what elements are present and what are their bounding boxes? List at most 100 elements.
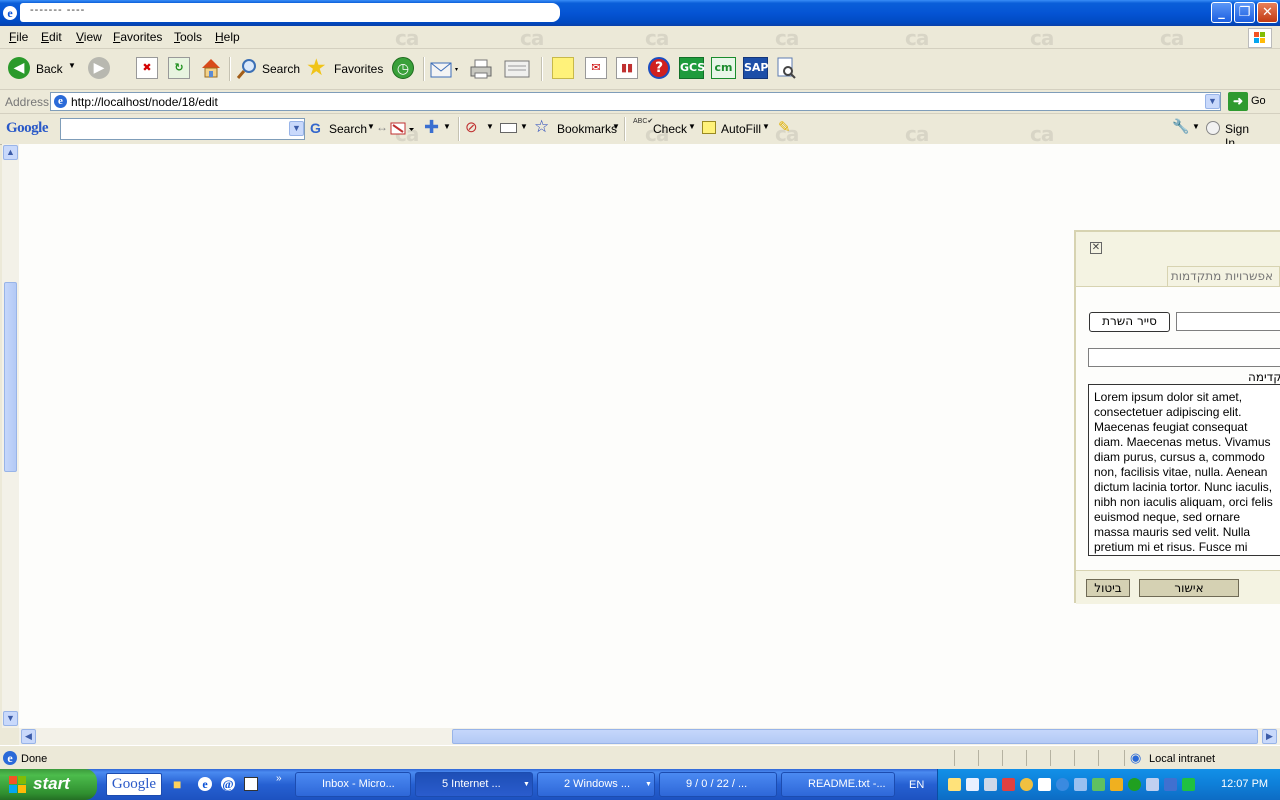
windows-logo-icon [9, 776, 26, 793]
tray-monitor-icon[interactable] [1146, 778, 1159, 791]
tab-advanced-options[interactable]: אפשרויות מתקדמות [1167, 266, 1280, 286]
refresh-button[interactable]: ↻ [168, 57, 190, 79]
title-bar[interactable]: e ------- ---- _ ❐ ✕ [0, 0, 1280, 26]
outlook-quicklaunch-icon[interactable]: @ [221, 777, 235, 791]
address-input[interactable]: e http://localhost/node/18/edit ▼ [50, 92, 1221, 111]
chart-people-icon[interactable]: ▮▮ [616, 57, 638, 79]
minimize-button[interactable]: _ [1211, 2, 1232, 23]
tray-mail-icon[interactable] [948, 778, 961, 791]
go-button[interactable]: Go [1251, 95, 1266, 107]
cancel-button[interactable]: ביטול [1086, 579, 1130, 597]
arrows-icon[interactable]: ↔ [376, 120, 388, 134]
menu-edit[interactable]: Edit [41, 30, 62, 44]
gcs-button[interactable]: GCS [679, 57, 705, 79]
status-bar: e Done ◉ Local intranet [0, 745, 1280, 770]
menu-view[interactable]: View [76, 30, 102, 44]
menu-tools[interactable]: Tools [174, 30, 202, 44]
secondary-input[interactable] [1088, 348, 1280, 367]
scroll-up-arrow-icon[interactable]: ▲ [3, 145, 18, 160]
vertical-scroll-thumb[interactable] [4, 282, 17, 472]
cm-button[interactable]: cm [711, 57, 736, 79]
scroll-left-arrow-icon[interactable]: ◀ [21, 729, 36, 744]
task-readme[interactable]: README.txt -... [781, 772, 895, 797]
folder-icon[interactable]: ■ [173, 776, 181, 792]
standard-toolbar: ◀ Back ▼ ▶ ✖ ↻ Search ★ Favorites ◷ ✉ ▮▮… [0, 49, 1280, 90]
tray-smile-icon[interactable] [1020, 778, 1033, 791]
horizontal-scroll-thumb[interactable] [452, 729, 1258, 744]
preview-text: Lorem ipsum dolor sit amet, consectetuer… [1094, 390, 1273, 554]
go-arrow-icon[interactable]: ➜ [1228, 92, 1248, 111]
status-page-icon: e [3, 751, 17, 765]
research-button[interactable] [775, 56, 797, 80]
chevron-down-icon: ▼ [520, 122, 528, 131]
tray-sync-icon[interactable] [1056, 778, 1069, 791]
mail-button[interactable] [430, 58, 460, 80]
google-deskbar[interactable]: Google [106, 773, 162, 796]
tray-security-icon[interactable] [1002, 778, 1015, 791]
tray-network-icon[interactable] [984, 778, 997, 791]
task-inbox[interactable]: Inbox - Micro... [295, 772, 411, 797]
status-text: Done [21, 753, 48, 765]
popup-blocker-button[interactable] [390, 121, 416, 137]
print-button[interactable] [469, 57, 493, 81]
task-app[interactable]: 9 / 0 / 22 / ... [659, 772, 777, 797]
tray-cloud-icon[interactable] [1038, 778, 1051, 791]
home-button[interactable] [199, 56, 223, 80]
chevron-down-icon: ▼ [486, 122, 494, 131]
sticky-note-button[interactable] [552, 57, 574, 79]
tray-grid-icon[interactable] [1110, 778, 1123, 791]
tray-status-icon[interactable] [1128, 778, 1141, 791]
address-dropdown-arrow-icon[interactable]: ▼ [1205, 94, 1220, 109]
horizontal-scrollbar[interactable]: ◀ ▶ [19, 728, 1280, 745]
scroll-down-arrow-icon[interactable]: ▼ [3, 711, 18, 726]
tray-display-icon[interactable] [1074, 778, 1087, 791]
ca-watermark: ca [645, 26, 669, 50]
quicklaunch-expand-icon[interactable]: » [276, 773, 282, 784]
google-search-input[interactable]: ▼ [60, 118, 305, 140]
messenger-icon[interactable]: ✉ [585, 57, 607, 79]
ok-button[interactable]: אישור [1139, 579, 1239, 597]
google-search-dropdown-icon[interactable]: ▼ [289, 121, 304, 136]
highlighter-icon[interactable]: ✎ [778, 118, 791, 136]
ie-quicklaunch-icon[interactable]: e [198, 777, 212, 791]
sap-button[interactable]: SAP [743, 57, 769, 79]
edit-button[interactable] [504, 58, 530, 80]
status-divider [954, 750, 955, 766]
url-input[interactable] [1176, 312, 1280, 331]
browse-server-button[interactable]: סייר השרת [1089, 312, 1170, 332]
dialog-close-icon[interactable]: ✕ [1090, 242, 1102, 254]
status-divider [1026, 750, 1027, 766]
preview-box: Lorem ipsum dolor sit amet, consectetuer… [1088, 384, 1280, 556]
help-icon[interactable]: ? [648, 57, 670, 79]
status-divider [1050, 750, 1051, 766]
search-icon [236, 59, 256, 79]
tray-activity-icon[interactable] [1182, 778, 1195, 791]
ca-watermark: ca [1160, 26, 1184, 50]
menu-favorites[interactable]: Favorites [113, 30, 162, 44]
address-url: http://localhost/node/18/edit [71, 95, 218, 109]
language-indicator[interactable]: EN [909, 779, 924, 791]
restore-button[interactable]: ❐ [1234, 2, 1255, 23]
address-label: Address [5, 95, 50, 109]
menu-help[interactable]: Help [215, 30, 240, 44]
task-windows-explorer[interactable]: 2 Windows ... [537, 772, 655, 797]
tray-speaker-icon[interactable] [1164, 778, 1177, 791]
menu-file[interactable]: File [9, 30, 28, 44]
tray-app-icon[interactable] [966, 778, 979, 791]
desktop-icon[interactable] [244, 777, 258, 791]
task-internet-explorer[interactable]: 5 Internet ... [415, 772, 533, 797]
scroll-right-arrow-icon[interactable]: ▶ [1262, 729, 1277, 744]
tray-chat-icon[interactable] [1092, 778, 1105, 791]
vertical-scrollbar[interactable]: ▲ ▼ [2, 144, 20, 728]
close-button[interactable]: ✕ [1257, 2, 1278, 23]
start-button[interactable]: start [0, 769, 97, 800]
stop-button[interactable]: ✖ [136, 57, 158, 79]
clock[interactable]: 12:07 PM [1221, 778, 1268, 790]
history-button[interactable]: ◷ [392, 57, 414, 79]
security-zone: Local intranet [1149, 753, 1216, 765]
mail-icon [430, 62, 458, 78]
chevron-down-icon: ▼ [523, 781, 530, 788]
forward-button[interactable]: ▶ [88, 57, 110, 79]
chevron-down-icon: ▼ [68, 61, 76, 70]
chevron-down-icon: ▼ [612, 122, 620, 131]
